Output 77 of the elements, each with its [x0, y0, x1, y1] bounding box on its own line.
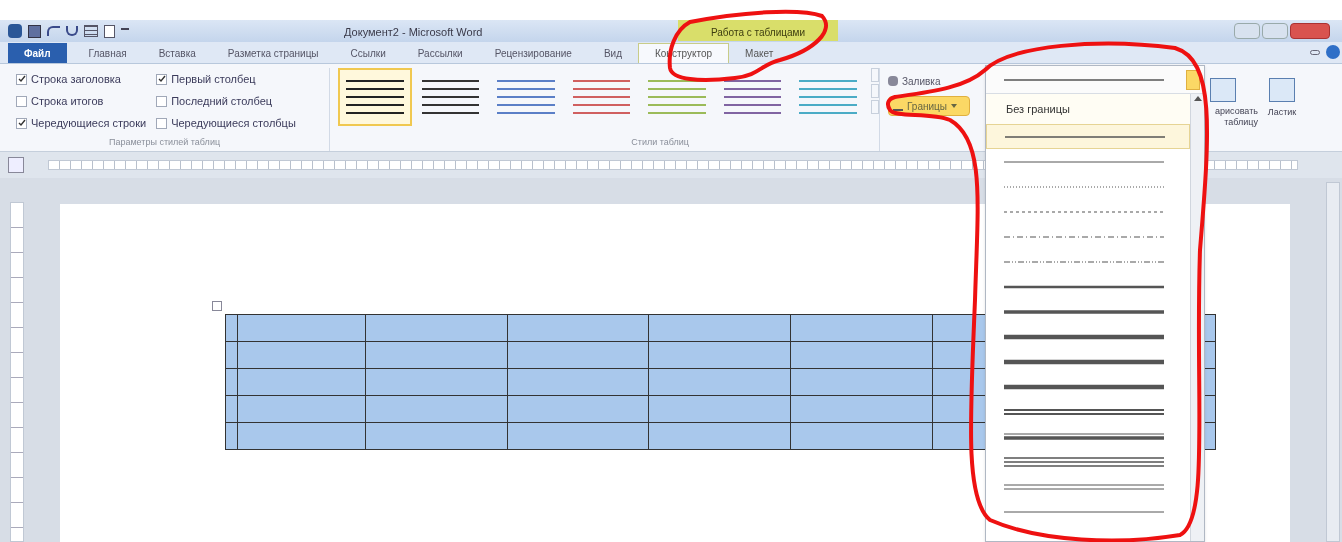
context-tab-header: Работа с таблицами — [678, 20, 838, 41]
save-icon[interactable] — [28, 24, 41, 38]
table-cell[interactable] — [366, 315, 508, 342]
checkbox-option[interactable]: Чередующиеся столбцы — [156, 112, 296, 134]
table-cell[interactable] — [238, 342, 366, 369]
table-style-thumbnail[interactable] — [338, 68, 412, 126]
table-cell[interactable] — [238, 423, 366, 450]
window-title: Документ2 - Microsoft Word — [344, 25, 483, 40]
table-cell[interactable] — [508, 342, 649, 369]
table-cell[interactable] — [791, 396, 933, 423]
checkbox[interactable] — [156, 117, 168, 129]
table-icon[interactable] — [84, 25, 98, 37]
caret-icon — [951, 104, 957, 108]
table-cell[interactable] — [508, 315, 649, 342]
table-cell[interactable] — [649, 315, 791, 342]
table-cell[interactable] — [238, 315, 366, 342]
group-label: Стили таблиц — [630, 135, 690, 149]
line-style-combo[interactable] — [986, 66, 1204, 94]
eraser-button[interactable]: Ластик — [1262, 78, 1302, 151]
line-style-sample-icon — [1004, 431, 1164, 442]
ribbon-tab[interactable]: Вставка — [142, 43, 212, 63]
checkbox-option[interactable]: Последний столбец — [156, 90, 296, 112]
checkbox[interactable] — [16, 73, 27, 85]
table-cell[interactable] — [238, 396, 366, 423]
ribbon-tab[interactable]: Главная — [72, 43, 143, 63]
table-cell[interactable] — [226, 423, 238, 450]
table-cell[interactable] — [649, 342, 791, 369]
checkmark-icon — [157, 75, 166, 83]
no-border-option[interactable]: Без границы — [986, 94, 1190, 124]
draw-table-button[interactable]: арисовать таблицу — [1188, 78, 1258, 151]
checkbox[interactable] — [156, 73, 168, 85]
line-style-sample-icon — [1004, 481, 1164, 492]
table-cell[interactable] — [791, 342, 933, 369]
shading-button[interactable]: Заливка — [888, 72, 941, 90]
ribbon-tab[interactable]: Разметка страницы — [211, 43, 335, 63]
table-cell[interactable] — [238, 369, 366, 396]
ribbon-tab[interactable]: Рассылки — [401, 43, 479, 63]
checkbox-option[interactable]: Чередующиеся строки — [16, 112, 147, 134]
table-cell[interactable] — [508, 369, 649, 396]
table-cell[interactable] — [649, 369, 791, 396]
checkbox[interactable] — [156, 95, 168, 107]
ribbon-tab[interactable]: Вид — [587, 43, 638, 63]
page-icon[interactable] — [104, 24, 115, 38]
table-cell[interactable] — [791, 369, 933, 396]
table-cell[interactable] — [366, 369, 508, 396]
table-cell[interactable] — [649, 423, 791, 450]
table-move-handle-icon[interactable] — [212, 301, 222, 311]
help-icon[interactable] — [1326, 45, 1340, 59]
table-cell[interactable] — [366, 396, 508, 423]
line-style-sample-icon — [1004, 456, 1164, 467]
checkbox[interactable] — [16, 95, 27, 107]
table-cell[interactable] — [226, 369, 238, 396]
checkmark-icon — [17, 119, 26, 127]
line-style-option[interactable] — [986, 124, 1190, 149]
undo-icon[interactable] — [47, 26, 60, 36]
table-cell[interactable] — [508, 396, 649, 423]
table-cell[interactable] — [508, 423, 649, 450]
ribbon-tab[interactable]: Ссылки — [334, 43, 402, 63]
table-cell[interactable] — [366, 423, 508, 450]
table-cell[interactable] — [649, 396, 791, 423]
ribbon-tab[interactable]: Макет — [729, 43, 790, 63]
ribbon-tab[interactable]: Файл — [8, 43, 67, 63]
table-cell[interactable] — [791, 315, 933, 342]
table-cell[interactable] — [226, 396, 238, 423]
checkbox-option[interactable]: Первый столбец — [156, 68, 296, 90]
ribbon-tab[interactable]: Рецензирование — [478, 43, 588, 63]
table-cell[interactable] — [226, 315, 238, 342]
checkbox-option[interactable]: Строка итогов — [16, 90, 147, 112]
scrollbar[interactable] — [1326, 182, 1340, 542]
table-cell[interactable] — [366, 342, 508, 369]
line-style-sample-icon — [1004, 406, 1164, 417]
table-cell[interactable] — [226, 342, 238, 369]
checkmark-icon — [17, 75, 26, 83]
checkbox[interactable] — [16, 117, 27, 129]
group-label: Параметры стилей таблиц — [107, 135, 222, 149]
table-cell[interactable] — [791, 423, 933, 450]
checkbox-option[interactable]: Строка заголовка — [16, 68, 147, 90]
